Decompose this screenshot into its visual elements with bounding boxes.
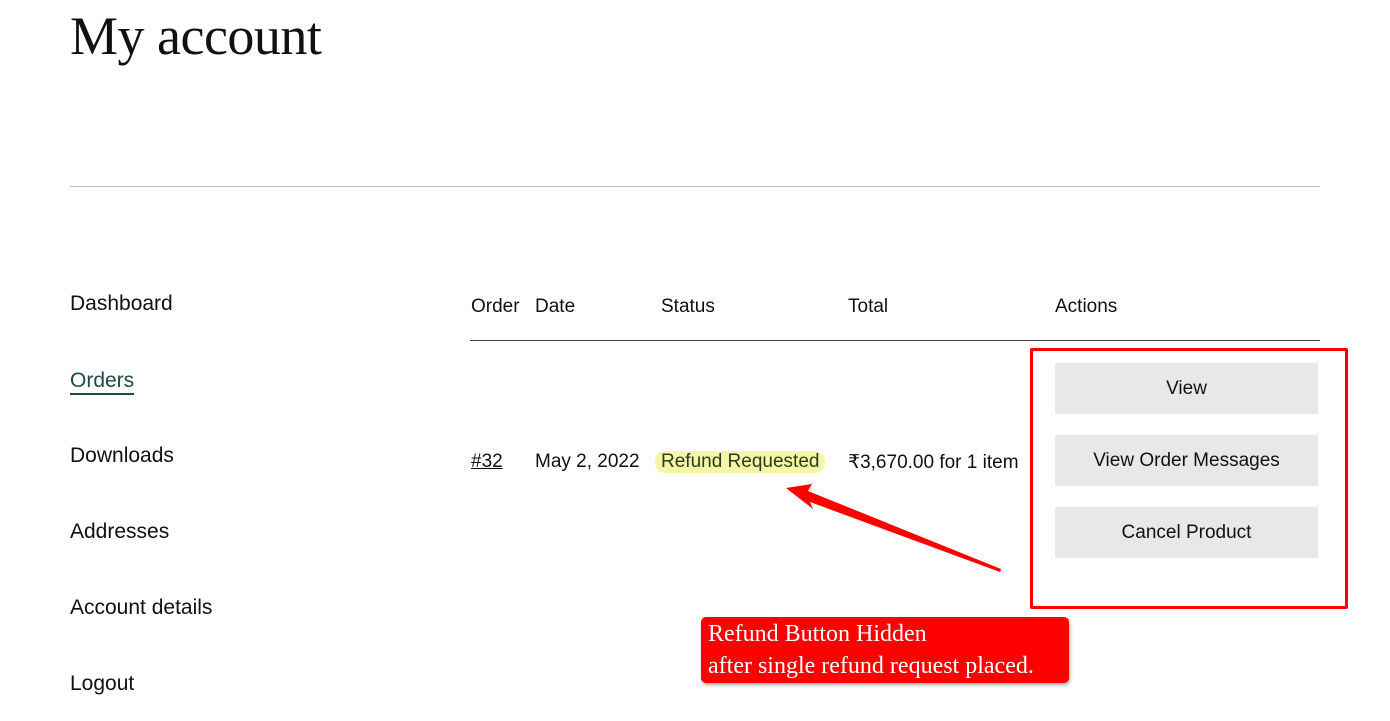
sidebar-item-logout[interactable]: Logout bbox=[70, 672, 134, 696]
header-divider bbox=[70, 186, 1320, 187]
sidebar-item-account-details[interactable]: Account details bbox=[70, 596, 212, 620]
column-header-order: Order bbox=[471, 296, 520, 317]
sidebar-item-addresses[interactable]: Addresses bbox=[70, 520, 169, 544]
sidebar-item-downloads[interactable]: Downloads bbox=[70, 444, 174, 468]
order-number-link[interactable]: #32 bbox=[471, 451, 503, 473]
order-total: ₹3,670.00 for 1 item bbox=[848, 452, 1019, 473]
callout-line-2: after single refund request placed. bbox=[708, 653, 1034, 679]
table-header-divider bbox=[470, 340, 1320, 341]
column-header-actions: Actions bbox=[1055, 296, 1118, 317]
status-badge: Refund Requested bbox=[655, 451, 826, 473]
callout-line-1: Refund Button Hidden bbox=[708, 621, 927, 647]
arrow-shape bbox=[786, 484, 1001, 572]
annotation-callout: Refund Button Hidden after single refund… bbox=[701, 617, 1069, 683]
actions-highlight-box bbox=[1030, 348, 1348, 609]
sidebar-item-orders[interactable]: Orders bbox=[70, 370, 135, 395]
column-header-date: Date bbox=[535, 296, 576, 317]
order-date: May 2, 2022 bbox=[535, 451, 640, 472]
sidebar-item-dashboard[interactable]: Dashboard bbox=[70, 292, 173, 316]
page-title: My account bbox=[70, 6, 322, 66]
column-header-total: Total bbox=[848, 296, 889, 317]
column-header-status: Status bbox=[661, 296, 715, 317]
